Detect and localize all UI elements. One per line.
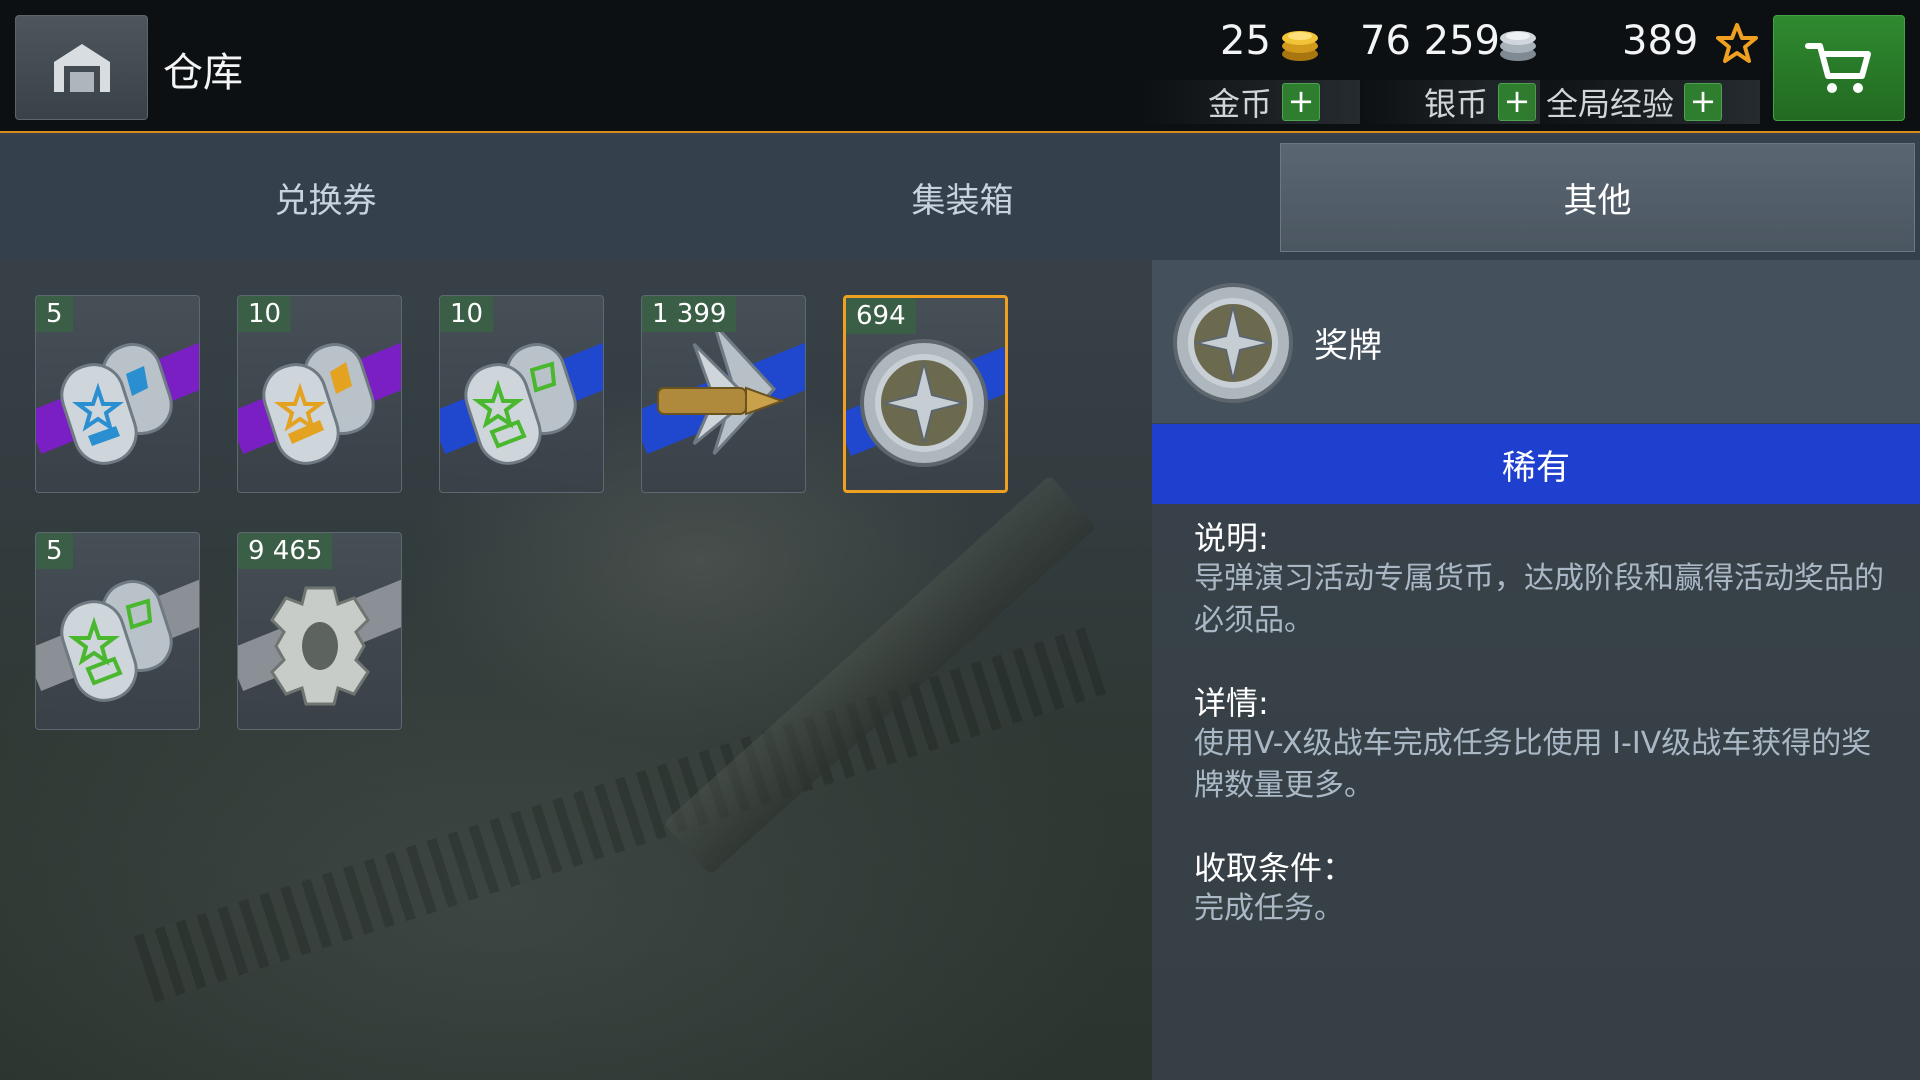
page-title: 仓库 bbox=[163, 50, 243, 96]
garage-home-button[interactable] bbox=[15, 15, 148, 120]
medal-icon bbox=[860, 339, 988, 467]
item-count: 1 399 bbox=[642, 296, 737, 332]
blue-star-dogtag-icon bbox=[60, 343, 173, 465]
free-xp-currency: 389 全局经验 + bbox=[1520, 10, 1760, 124]
rarity-banner: 稀有 bbox=[1152, 424, 1920, 504]
star-icon bbox=[1716, 23, 1758, 63]
tab-vouchers[interactable]: 兑换券 bbox=[8, 143, 643, 252]
cart-icon bbox=[1805, 43, 1871, 93]
shop-cart-button[interactable] bbox=[1773, 15, 1905, 121]
inventory-item[interactable]: 5 bbox=[35, 295, 200, 493]
gold-label: 金币 bbox=[1208, 85, 1273, 123]
inventory-item-selected[interactable]: 694 bbox=[843, 295, 1008, 493]
item-count: 9 465 bbox=[238, 533, 333, 569]
gear-part-icon bbox=[270, 586, 370, 706]
missile-icon bbox=[657, 324, 785, 456]
conditions-title: 收取条件： bbox=[1194, 849, 1355, 887]
garage-icon bbox=[53, 43, 110, 92]
medal-icon bbox=[1173, 283, 1293, 403]
add-gold-button[interactable]: + bbox=[1282, 83, 1321, 121]
free-xp-label-row: 全局经验 + bbox=[1520, 80, 1760, 124]
item-count: 694 bbox=[846, 298, 916, 334]
category-tabs: 兑换券 集装箱 其他 bbox=[0, 135, 1920, 260]
gold-amount: 25 bbox=[1220, 18, 1271, 64]
top-bar: 仓库 25 金币 + 76 259 银币 + 389 全局经验 + bbox=[0, 0, 1920, 133]
free-xp-amount: 389 bbox=[1622, 18, 1699, 64]
item-count: 10 bbox=[238, 296, 292, 332]
silver-currency: 76 259 银币 + bbox=[1360, 10, 1540, 124]
gold-label-row: 金币 + bbox=[1140, 80, 1360, 124]
gold-coin-icon bbox=[1282, 31, 1318, 61]
details-title: 详情: bbox=[1194, 684, 1269, 722]
item-detail-panel: 奖牌 稀有 说明: 导弹演习活动专属货币，达成阶段和赢得活动奖品的必须品。 详情… bbox=[1152, 260, 1920, 1080]
silver-coin-icon bbox=[1500, 31, 1536, 61]
inventory-item[interactable]: 9 465 bbox=[237, 532, 402, 730]
green-star-dogtag-icon bbox=[60, 580, 173, 702]
item-name: 奖牌 bbox=[1314, 326, 1382, 366]
tab-other[interactable]: 其他 bbox=[1280, 143, 1915, 252]
detail-header: 奖牌 bbox=[1152, 260, 1920, 423]
tab-containers[interactable]: 集装箱 bbox=[645, 143, 1280, 252]
silver-label: 银币 bbox=[1424, 85, 1489, 123]
free-xp-label: 全局经验 bbox=[1546, 85, 1675, 123]
conditions-text: 完成任务。 bbox=[1194, 891, 1344, 926]
add-free-xp-button[interactable]: + bbox=[1684, 83, 1723, 121]
inventory-item[interactable]: 5 bbox=[35, 532, 200, 730]
silver-label-row: 银币 + bbox=[1360, 80, 1540, 124]
inventory-item[interactable]: 1 399 bbox=[641, 295, 806, 493]
description-text: 导弹演习活动专属货币，达成阶段和赢得活动奖品的必须品。 bbox=[1194, 561, 1884, 638]
details-text: 使用V-X级战车完成任务比使用 I-IV级战车获得的奖牌数量更多。 bbox=[1194, 726, 1872, 803]
green-star-dogtag-icon bbox=[464, 343, 577, 465]
item-count: 10 bbox=[440, 296, 494, 332]
inventory-item[interactable]: 10 bbox=[439, 295, 604, 493]
inventory-item[interactable]: 10 bbox=[237, 295, 402, 493]
item-count: 5 bbox=[36, 296, 73, 332]
inventory-grid: 5 10 10 1 399 694 5 9 465 bbox=[0, 260, 1150, 1080]
item-count: 5 bbox=[36, 533, 73, 569]
gold-star-dogtag-icon bbox=[262, 343, 375, 465]
description-title: 说明: bbox=[1194, 519, 1269, 557]
silver-amount: 76 259 bbox=[1360, 18, 1500, 64]
gold-currency: 25 金币 + bbox=[1140, 10, 1360, 124]
